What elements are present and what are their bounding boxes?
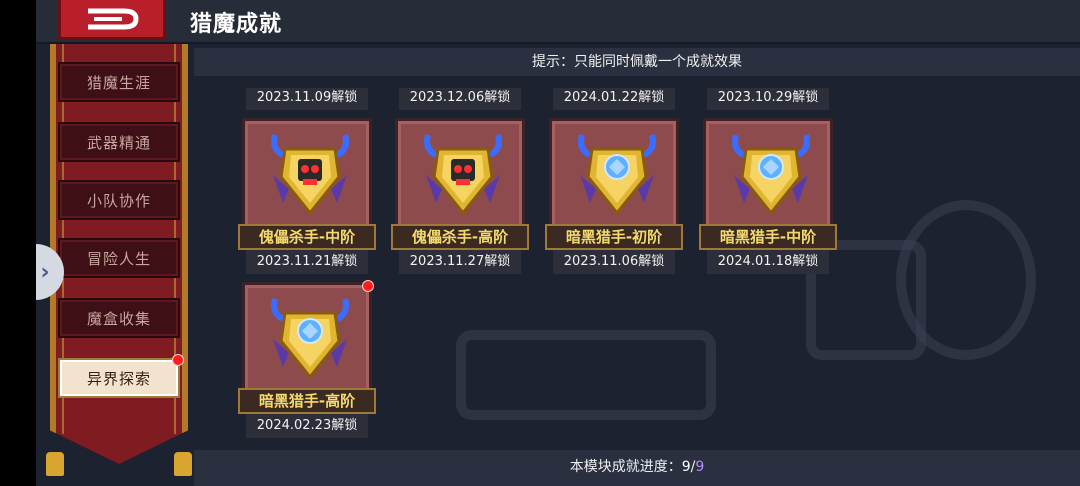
top-bar: 猎魔成就 xyxy=(36,0,1080,44)
unlock-date: 2023.11.21解锁 xyxy=(246,250,368,274)
sidebar-item-team-coop[interactable]: 小队协作 xyxy=(58,180,180,220)
chevron-right-icon: › xyxy=(40,259,50,285)
category-banner: 猎魔生涯 武器精通 小队协作 冒险人生 魔盒收集 异界探索 xyxy=(44,44,194,484)
sidebar-item-magic-box[interactable]: 魔盒收集 xyxy=(58,298,180,338)
achievement-name: 傀儡杀手-中阶 xyxy=(238,224,376,250)
unlock-date: 2023.12.06解锁 xyxy=(399,88,521,110)
achievement-frame xyxy=(549,118,679,238)
back-button[interactable] xyxy=(58,0,166,40)
achievement-frame xyxy=(242,282,372,402)
back-arrow-icon xyxy=(88,8,139,29)
achievement-frame xyxy=(242,118,372,238)
achievement-emblem-icon xyxy=(271,134,349,215)
achievement-name: 傀儡杀手-高阶 xyxy=(391,224,529,250)
unlock-date: 2024.02.23解锁 xyxy=(246,414,368,438)
sidebar-item-label: 魔盒收集 xyxy=(86,309,151,328)
achievement-frame xyxy=(395,118,525,238)
bg-decoration xyxy=(896,200,1036,360)
sidebar-item-adventure-life[interactable]: 冒险人生 xyxy=(58,238,180,278)
achievement-emblem-icon xyxy=(578,134,656,215)
unlock-date: 2023.11.06解锁 xyxy=(553,250,675,274)
progress-current: 9 xyxy=(681,459,691,475)
hint-text: 提示：只能同时佩戴一个成就效果 xyxy=(194,48,1080,76)
achievement-name: 暗黑猎手-初阶 xyxy=(545,224,683,250)
bg-decoration xyxy=(456,330,716,420)
unlock-date: 2023.11.27解锁 xyxy=(399,250,521,274)
unlock-date: 2024.01.22解锁 xyxy=(553,88,675,110)
progress-label: 本模块成就进度： xyxy=(569,459,682,475)
achievement-name: 暗黑猎手-中阶 xyxy=(699,224,837,250)
tassel-left xyxy=(46,452,64,476)
unlock-date: 2023.10.29解锁 xyxy=(707,88,829,110)
sidebar-item-hunting-career[interactable]: 猎魔生涯 xyxy=(58,62,180,102)
achievement-name: 暗黑猎手-高阶 xyxy=(238,388,376,414)
sidebar-item-label: 冒险人生 xyxy=(86,249,151,268)
progress-bar: 本模块成就进度：9/9 xyxy=(194,450,1080,486)
sidebar-item-weapon-mastery[interactable]: 武器精通 xyxy=(58,122,180,162)
unlock-date: 2024.01.18解锁 xyxy=(707,250,829,274)
sidebar-item-otherworld[interactable]: 异界探索 xyxy=(58,358,180,398)
page-title: 猎魔成就 xyxy=(190,12,283,37)
progress-total: 9 xyxy=(695,459,705,475)
sidebar-item-label: 异界探索 xyxy=(86,369,151,388)
achievement-emblem-icon xyxy=(271,298,349,379)
unlock-date: 2023.11.09解锁 xyxy=(246,88,368,110)
achievement-emblem-icon xyxy=(732,134,810,215)
achievement-emblem-icon xyxy=(424,134,502,215)
achievement-screen: 猎魔成就 提示：只能同时佩戴一个成就效果 猎魔生涯 武器精通 小队协作 冒险人生… xyxy=(36,0,1080,486)
tassel-right xyxy=(174,452,192,476)
sidebar-item-label: 猎魔生涯 xyxy=(86,73,151,92)
sidebar-item-label: 小队协作 xyxy=(86,191,151,210)
new-badge-dot xyxy=(172,354,184,366)
sidebar-item-label: 武器精通 xyxy=(86,133,151,152)
achievement-frame xyxy=(703,118,833,238)
new-badge-dot xyxy=(362,280,374,292)
left-black-edge xyxy=(0,0,36,486)
